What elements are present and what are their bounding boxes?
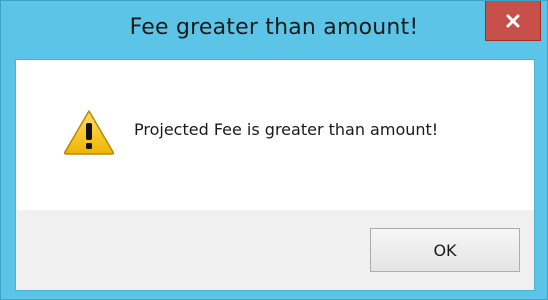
message-area: Projected Fee is greater than amount! xyxy=(16,60,534,210)
window-title: Fee greater than amount! xyxy=(129,15,419,40)
message-text: Projected Fee is greater than amount! xyxy=(134,120,439,139)
close-icon xyxy=(505,13,521,29)
dialog-client-area: Projected Fee is greater than amount! OK xyxy=(15,59,535,291)
button-bar: OK xyxy=(16,210,534,290)
title-bar[interactable]: Fee greater than amount! xyxy=(1,1,547,59)
ok-button[interactable]: OK xyxy=(370,228,520,272)
warning-icon xyxy=(62,108,116,156)
dialog-window: Fee greater than amount! Projected Fee i… xyxy=(0,0,548,300)
close-button[interactable] xyxy=(485,1,541,41)
